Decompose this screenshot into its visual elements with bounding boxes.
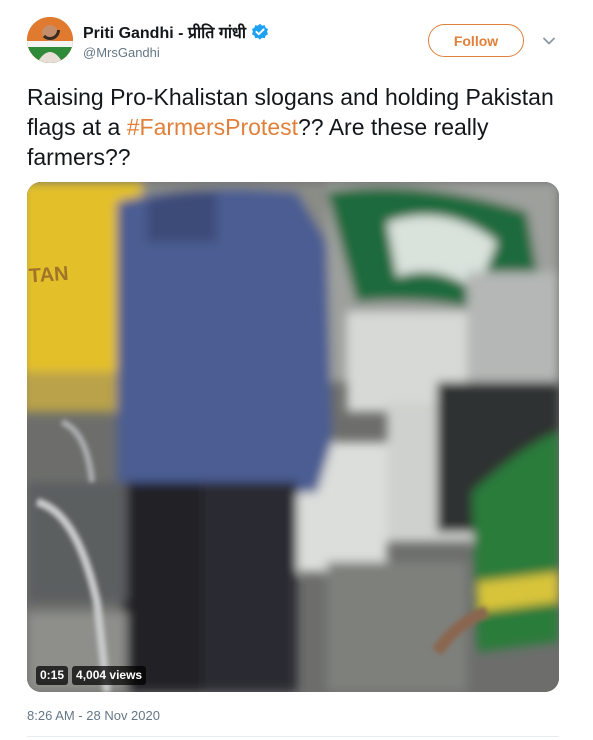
tweet-header: Priti Gandhi - प्रीति गांधी @MrsGandhi F…	[0, 0, 593, 80]
avatar[interactable]	[27, 17, 73, 63]
video-duration: 0:15	[36, 666, 69, 685]
tweet-text: Raising Pro-Khalistan slogans and holdin…	[27, 82, 567, 172]
video-frame: TAN	[27, 182, 559, 692]
author-name[interactable]: Priti Gandhi - प्रीति गांधी	[83, 21, 246, 43]
divider	[27, 736, 559, 737]
verified-badge-icon	[251, 23, 269, 41]
hashtag-link[interactable]: #FarmersProtest	[127, 114, 298, 140]
author-line[interactable]: Priti Gandhi - प्रीति गांधी	[83, 21, 269, 43]
video-overlay: 0:15 4,004 views	[36, 666, 147, 685]
chevron-down-icon[interactable]	[542, 36, 556, 46]
tweet-timestamp[interactable]: 8:26 AM - 28 Nov 2020	[27, 708, 160, 723]
follow-button[interactable]: Follow	[428, 24, 524, 57]
sign-text: TAN	[28, 263, 69, 288]
video-views: 4,004 views	[72, 666, 147, 685]
author-handle[interactable]: @MrsGandhi	[83, 45, 160, 60]
video-player[interactable]: TAN 0:15 4,004 views	[27, 182, 559, 692]
